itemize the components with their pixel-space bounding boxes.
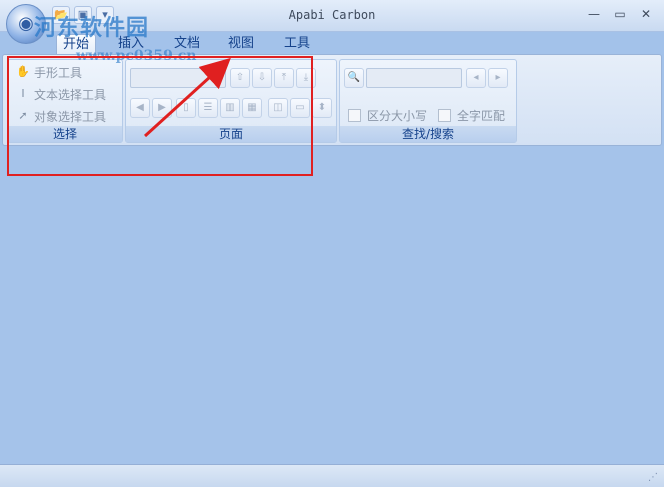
annotation-arrow — [143, 57, 231, 138]
